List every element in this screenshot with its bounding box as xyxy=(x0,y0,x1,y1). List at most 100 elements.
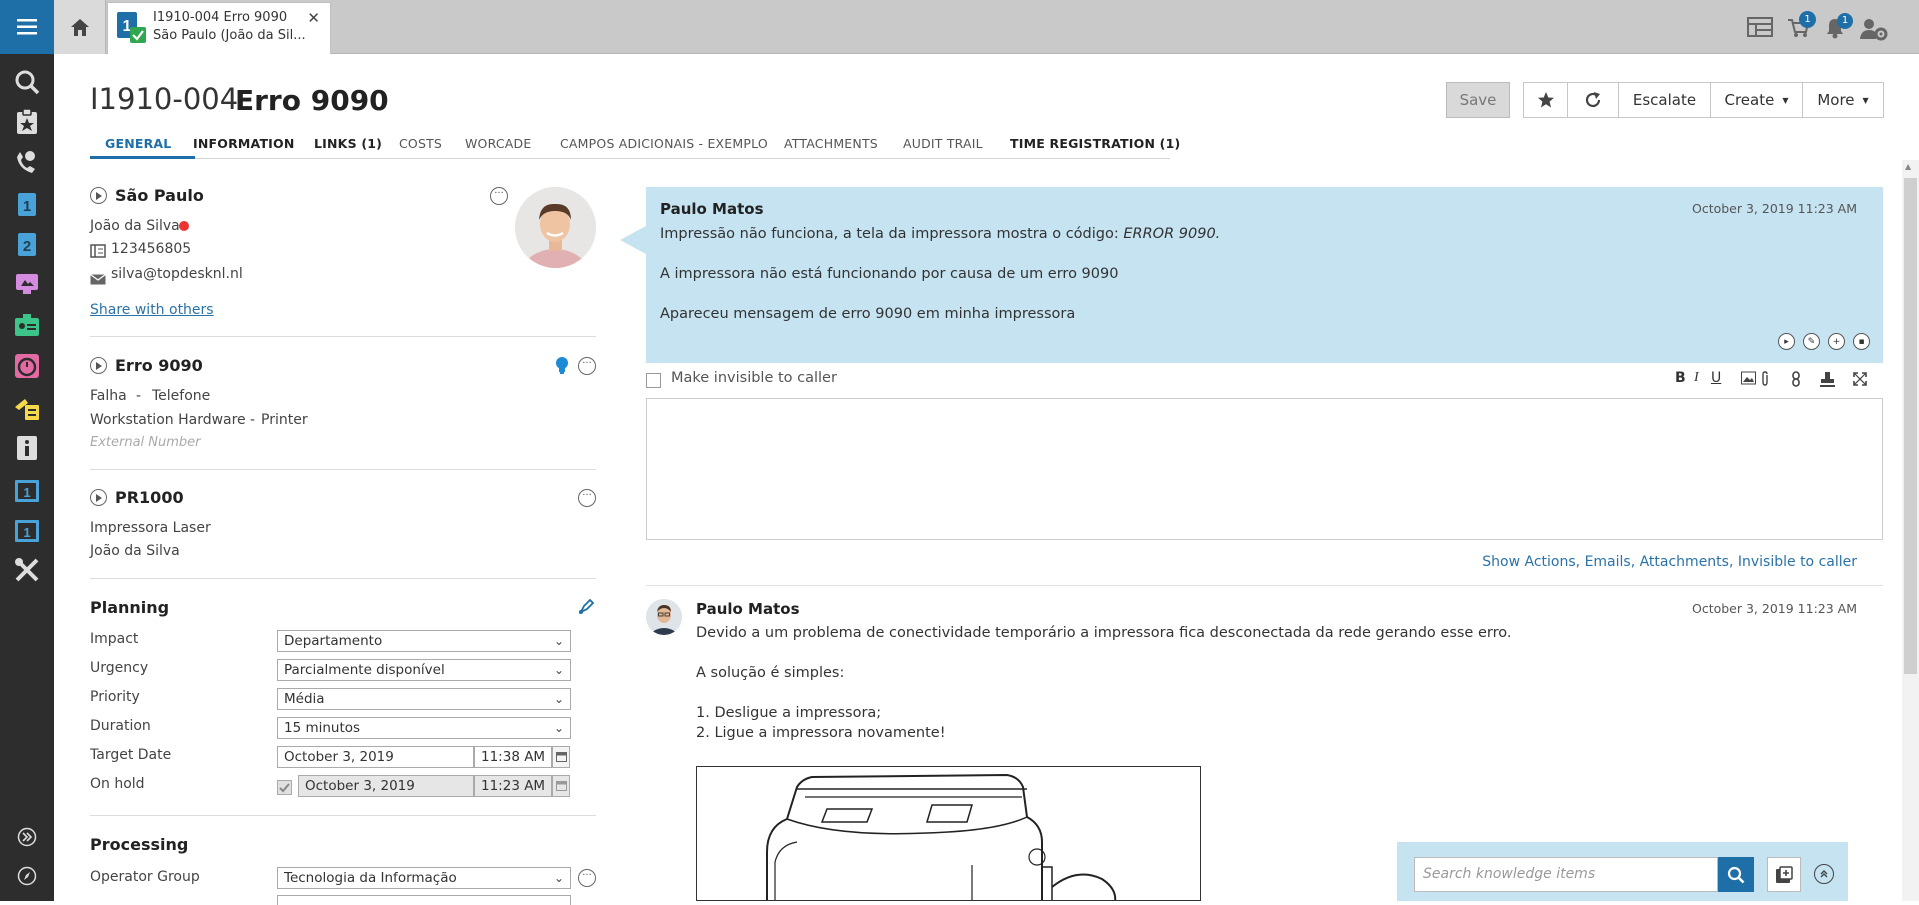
on-hold-date-input[interactable]: October 3, 2019 xyxy=(298,775,474,797)
image-icon[interactable] xyxy=(1741,371,1756,389)
italic-icon[interactable]: I xyxy=(1694,370,1699,386)
favorites-icon[interactable] xyxy=(13,108,41,136)
stamp-icon[interactable] xyxy=(1820,372,1835,391)
incident-board-2-icon[interactable]: 1 xyxy=(13,516,41,544)
home-icon[interactable] xyxy=(54,0,106,54)
incident-board-1-icon[interactable]: 1 xyxy=(13,476,41,504)
call-icon[interactable] xyxy=(13,148,41,176)
calendar-icon[interactable] xyxy=(552,775,570,797)
escalate-button[interactable]: Escalate xyxy=(1618,82,1711,118)
share-with-others-link[interactable]: Share with others xyxy=(90,302,214,318)
tab-costs[interactable]: COSTS xyxy=(399,136,442,151)
forward-icon[interactable]: ▸ xyxy=(1778,333,1795,350)
close-icon[interactable]: ✕ xyxy=(307,9,320,27)
more-button[interactable]: More ▼ xyxy=(1802,82,1884,118)
caller-expand-icon[interactable] xyxy=(90,187,107,204)
favorite-button[interactable] xyxy=(1523,82,1568,118)
knowledge-search-input[interactable]: Search knowledge items xyxy=(1414,857,1718,892)
show-actions-link[interactable]: Show Actions, Emails, Attachments, Invis… xyxy=(1482,554,1857,570)
tab-worcade[interactable]: WORCADE xyxy=(465,136,531,151)
menu-icon[interactable] xyxy=(0,0,54,54)
caller-name[interactable]: João da Silva xyxy=(90,218,180,234)
tools-icon[interactable] xyxy=(13,556,41,584)
chevron-down-icon: ⌄ xyxy=(553,663,564,677)
changes-icon[interactable] xyxy=(13,394,41,422)
chevron-down-icon: ⌄ xyxy=(553,692,564,706)
operator-group-options-icon[interactable]: ··· xyxy=(578,869,596,887)
operator-select[interactable] xyxy=(277,895,571,905)
chevron-down-icon: ⌄ xyxy=(553,634,564,648)
lightbulb-icon[interactable] xyxy=(555,356,569,378)
target-date-input[interactable]: October 3, 2019 xyxy=(277,746,474,768)
target-time-input[interactable]: 11:38 AM xyxy=(474,746,552,768)
request-date: October 3, 2019 11:23 AM xyxy=(1691,201,1857,216)
tab-time-registration[interactable]: TIME REGISTRATION (1) xyxy=(1010,136,1180,151)
incident-tab[interactable]: 1 I1910-004 Erro 9090 São Paulo (João da… xyxy=(107,2,331,54)
scroll-up-icon[interactable]: ▲ xyxy=(1905,162,1911,171)
refresh-button[interactable] xyxy=(1567,82,1619,118)
more-button-label: More xyxy=(1817,91,1855,109)
info-icon[interactable] xyxy=(13,434,41,462)
compass-icon[interactable] xyxy=(13,862,41,890)
tab-links[interactable]: LINKS (1) xyxy=(314,136,382,151)
fullscreen-icon[interactable] xyxy=(1853,372,1867,390)
expand-icon[interactable] xyxy=(13,823,41,851)
bold-icon[interactable]: B xyxy=(1675,370,1686,386)
attachment-icon[interactable] xyxy=(1760,371,1770,390)
tab-attachments[interactable]: ATTACHMENTS xyxy=(784,136,878,151)
reservations-icon[interactable] xyxy=(13,270,41,298)
operator-group-select[interactable]: Tecnologia da Informação ⌄ xyxy=(277,867,571,889)
on-hold-time-input[interactable]: 11:23 AM xyxy=(474,775,552,797)
tab-general[interactable]: GENERAL xyxy=(105,136,171,151)
cart-badge: 1 xyxy=(1799,11,1816,28)
tab-information[interactable]: INFORMATION xyxy=(193,136,295,151)
action-author-avatar xyxy=(646,599,682,635)
object-title[interactable]: PR1000 xyxy=(115,488,184,507)
asset-icon[interactable] xyxy=(13,312,41,340)
on-hold-label: On hold xyxy=(90,776,145,792)
request-options-icon[interactable]: ··· xyxy=(578,357,596,375)
user-settings-icon[interactable] xyxy=(1860,17,1888,45)
request-expand-icon[interactable] xyxy=(90,357,107,374)
tab-campos-adicionais[interactable]: CAMPOS ADICIONAIS - EXEMPLO xyxy=(560,136,768,151)
action-line-1: Devido a um problema de conectividade te… xyxy=(696,625,1512,641)
caller-options-icon[interactable]: ··· xyxy=(490,187,508,205)
second-line-icon[interactable]: 2 xyxy=(13,230,41,258)
external-number-field[interactable]: External Number xyxy=(90,435,201,450)
planning-edit-icon[interactable] xyxy=(578,597,596,619)
duration-select[interactable]: 15 minutos ⌄ xyxy=(277,717,571,739)
object-expand-icon[interactable] xyxy=(90,489,107,506)
dashboard-icon[interactable] xyxy=(1747,17,1773,41)
save-button[interactable]: Save xyxy=(1446,82,1510,118)
calendar-icon[interactable] xyxy=(552,746,570,768)
knowledge-search-button[interactable] xyxy=(1718,857,1754,892)
caller-branch[interactable]: São Paulo xyxy=(115,186,204,205)
invisible-to-caller-checkbox[interactable] xyxy=(646,373,661,388)
top-bar: 1 I1910-004 Erro 9090 São Paulo (João da… xyxy=(54,0,1919,54)
object-options-icon[interactable]: ··· xyxy=(578,489,596,507)
scrollbar-thumb[interactable] xyxy=(1904,178,1917,674)
knowledge-insert-button[interactable] xyxy=(1767,857,1801,892)
impact-select[interactable]: Departamento ⌄ xyxy=(277,630,571,652)
link-icon[interactable] xyxy=(1790,371,1802,391)
search-icon[interactable] xyxy=(13,68,41,96)
chevron-down-icon: ⌄ xyxy=(553,721,564,735)
tab-title: I1910-004 Erro 9090 xyxy=(153,10,288,25)
caller-email[interactable]: silva@topdesknl.nl xyxy=(111,266,243,282)
tab-audit-trail[interactable]: AUDIT TRAIL xyxy=(903,136,983,151)
action-editor[interactable] xyxy=(646,398,1883,540)
action-step-2: 2. Ligue a impressora novamente! xyxy=(696,725,946,741)
timer-icon[interactable] xyxy=(13,352,41,380)
create-button[interactable]: Create ▼ xyxy=(1710,82,1803,118)
collapse-icon[interactable] xyxy=(1814,864,1834,884)
edit-icon[interactable]: ✎ xyxy=(1803,333,1820,350)
request-line-1-text: Impressão não funciona, a tela da impres… xyxy=(660,226,1124,242)
urgency-select[interactable]: Parcialmente disponível ⌄ xyxy=(277,659,571,681)
priority-select[interactable]: Média ⌄ xyxy=(277,688,571,710)
delete-icon[interactable]: ▪ xyxy=(1853,333,1870,350)
first-line-icon[interactable]: 1 xyxy=(13,190,41,218)
caller-phone: 123456805 xyxy=(111,241,192,257)
underline-icon[interactable]: U xyxy=(1711,370,1721,386)
on-hold-checkbox[interactable] xyxy=(277,780,292,795)
add-icon[interactable]: + xyxy=(1828,333,1845,350)
